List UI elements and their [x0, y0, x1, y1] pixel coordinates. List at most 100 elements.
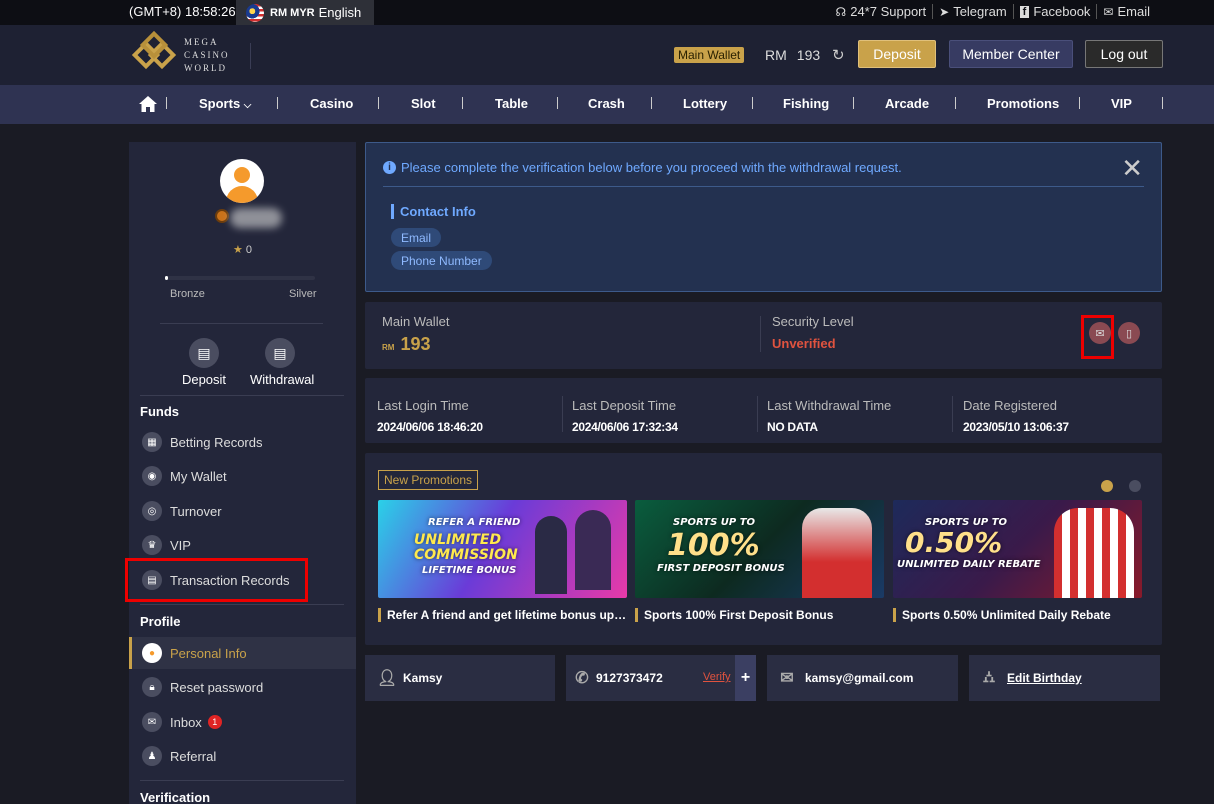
main-nav: Sports ⌵ Casino Slot Table Crash Lottery… [0, 85, 1214, 124]
promo-person-figure [535, 516, 567, 594]
nav-lottery[interactable]: Lottery [683, 96, 727, 111]
betting-records-icon: ▦ [142, 432, 162, 452]
carousel-dot-active[interactable] [1101, 480, 1113, 492]
nav-fishing[interactable]: Fishing [783, 96, 829, 111]
email-link[interactable]: ✉ Email [1096, 4, 1156, 19]
support-link[interactable]: ☊ 24*7 Support [830, 4, 933, 19]
nav-table[interactable]: Table [495, 96, 528, 111]
nav-casino[interactable]: Casino [310, 96, 353, 111]
profile-name: Kamsy [403, 671, 443, 685]
telegram-link[interactable]: ➤ Telegram [932, 4, 1013, 19]
promo-banner-1-line2: UNLIMITED COMMISSION [414, 532, 518, 563]
verify-phone-link[interactable]: Verify [703, 671, 731, 683]
profile-email: kamsy@gmail.com [805, 671, 914, 685]
language-selector[interactable]: RM MYR English [236, 0, 374, 25]
sidebar-withdrawal-label: Withdrawal [250, 372, 315, 387]
rank-badge-icon [215, 209, 229, 223]
malaysia-flag-icon [246, 3, 264, 22]
logo[interactable]: MEGA CASINO WORLD [131, 30, 230, 77]
header-wallet-currency: RM [765, 47, 787, 63]
sidebar-item-inbox[interactable]: ✉ Inbox 1 [129, 706, 356, 738]
phone-icon: ✆ [575, 670, 589, 687]
deposit-button[interactable]: Deposit [858, 40, 936, 68]
add-phone-button[interactable]: + [735, 655, 756, 701]
level-to: Silver [289, 288, 317, 300]
promo-banner-referral[interactable]: REFER A FRIEND UNLIMITED COMMISSION LIFE… [378, 500, 627, 598]
header: MEGA CASINO WORLD Main Wallet RM 193 ↻ De… [0, 25, 1214, 85]
sidebar-item-referral[interactable]: ♟ Referral [129, 740, 356, 772]
wallet-icon: ◉ [142, 466, 162, 486]
security-level-value: Unverified [772, 336, 836, 351]
phone-pill[interactable]: Phone Number [391, 251, 492, 270]
sidebar-item-personal-info[interactable]: ● Personal Info [129, 637, 356, 669]
member-center-button[interactable]: Member Center [949, 40, 1073, 68]
facebook-label: Facebook [1033, 4, 1091, 19]
promo-banner-sports-deposit[interactable]: SPORTS UP TO 100% FIRST DEPOSIT BONUS [635, 500, 884, 598]
new-promotions-tag: New Promotions [378, 470, 479, 490]
person-icon: ● [142, 643, 162, 663]
notice-message: i Please complete the verification below … [383, 160, 902, 175]
profile-phone-box: ✆ 9127373472 Verify + [566, 655, 756, 701]
promo-player-figure [1054, 508, 1134, 598]
nav-vip[interactable]: VIP [1111, 96, 1132, 111]
promo-caption-sports-deposit[interactable]: Sports 100% First Deposit Bonus [635, 608, 884, 622]
deposit-icon: ▤ [189, 338, 219, 368]
chevron-down-icon: ⌵ [243, 100, 252, 111]
profile-phone: 9127373472 [596, 671, 663, 685]
cake-icon: ⛼ [982, 669, 996, 686]
referral-icon: ♟ [142, 746, 162, 766]
home-icon[interactable] [138, 94, 158, 114]
sidebar-item-betting-records[interactable]: ▦ Betting Records [129, 426, 356, 458]
currency-code: RM MYR [270, 6, 315, 19]
email-pill[interactable]: Email [391, 228, 442, 247]
promo-banner-sports-rebate[interactable]: SPORTS UP TO 0.50% UNLIMITED DAILY REBAT… [893, 500, 1142, 598]
profile-name-box: 👤︎ Kamsy [365, 655, 555, 701]
sidebar-withdrawal-button[interactable]: ▤ Withdrawal [250, 338, 315, 387]
headset-icon: ☊ [835, 4, 847, 19]
logo-divider [250, 43, 251, 69]
facebook-link[interactable]: f Facebook [1012, 4, 1097, 19]
main-wallet-currency: RM [382, 343, 395, 352]
profile-email-box: ✉ kamsy@gmail.com [767, 655, 958, 701]
nav-arcade[interactable]: Arcade [885, 96, 929, 111]
last-withdrawal-value: NO DATA [767, 420, 818, 434]
sidebar-item-reset-password[interactable]: 🔒︎ Reset password [129, 671, 356, 703]
funds-title: Funds [140, 404, 179, 419]
email-icon: ✉ [780, 670, 794, 687]
sidebar-item-turnover[interactable]: ◎ Turnover [129, 495, 356, 527]
main-wallet-tag: Main Wallet [674, 47, 745, 63]
promo-person-figure [575, 510, 611, 590]
language-label: English [318, 5, 362, 20]
telegram-icon: ➤ [939, 4, 950, 19]
verification-title: Verification [140, 790, 211, 804]
promo-player-figure [802, 508, 872, 598]
turnover-icon: ◎ [142, 501, 162, 521]
promo-caption-referral[interactable]: Refer A friend and get lifetime bonus up… [378, 608, 627, 622]
logo-mark-icon [131, 30, 177, 77]
email-label: Email [1117, 4, 1150, 19]
last-login-value: 2024/06/06 18:46:20 [377, 420, 483, 434]
nav-sports[interactable]: Sports ⌵ [199, 96, 251, 111]
top-bar: (GMT+8) 18:58:26 RM MYR English ☊ 24*7 Su… [0, 0, 1214, 25]
sidebar-item-my-wallet[interactable]: ◉ My Wallet [129, 460, 356, 492]
carousel-dot[interactable] [1129, 480, 1141, 492]
profile-birthday-box: ⛼ Edit Birthday [969, 655, 1160, 701]
phone-verify-icon[interactable]: ▯ [1118, 322, 1140, 344]
account-stats-panel: Last Login Time 2024/06/06 18:46:20 Last… [365, 378, 1162, 443]
nav-promotions[interactable]: Promotions [987, 96, 1059, 111]
sidebar-item-vip[interactable]: ♛ VIP [129, 529, 356, 561]
sidebar-deposit-button[interactable]: ▤ Deposit [174, 338, 234, 387]
avatar[interactable] [220, 159, 264, 203]
edit-birthday-link[interactable]: Edit Birthday [1007, 671, 1082, 685]
logout-button[interactable]: Log out [1085, 40, 1163, 68]
telegram-label: Telegram [953, 4, 1007, 19]
close-icon[interactable]: ✕ [1121, 155, 1143, 181]
person-icon: 👤︎ [377, 670, 398, 687]
refresh-icon[interactable]: ↻ [832, 46, 845, 64]
star-count: ★ 0 [233, 244, 253, 256]
promo-caption-sports-rebate[interactable]: Sports 0.50% Unlimited Daily Rebate [893, 608, 1142, 622]
nav-crash[interactable]: Crash [588, 96, 625, 111]
highlight-email-verify [1081, 315, 1114, 359]
nav-slot[interactable]: Slot [411, 96, 436, 111]
sidebar-deposit-label: Deposit [181, 372, 227, 387]
